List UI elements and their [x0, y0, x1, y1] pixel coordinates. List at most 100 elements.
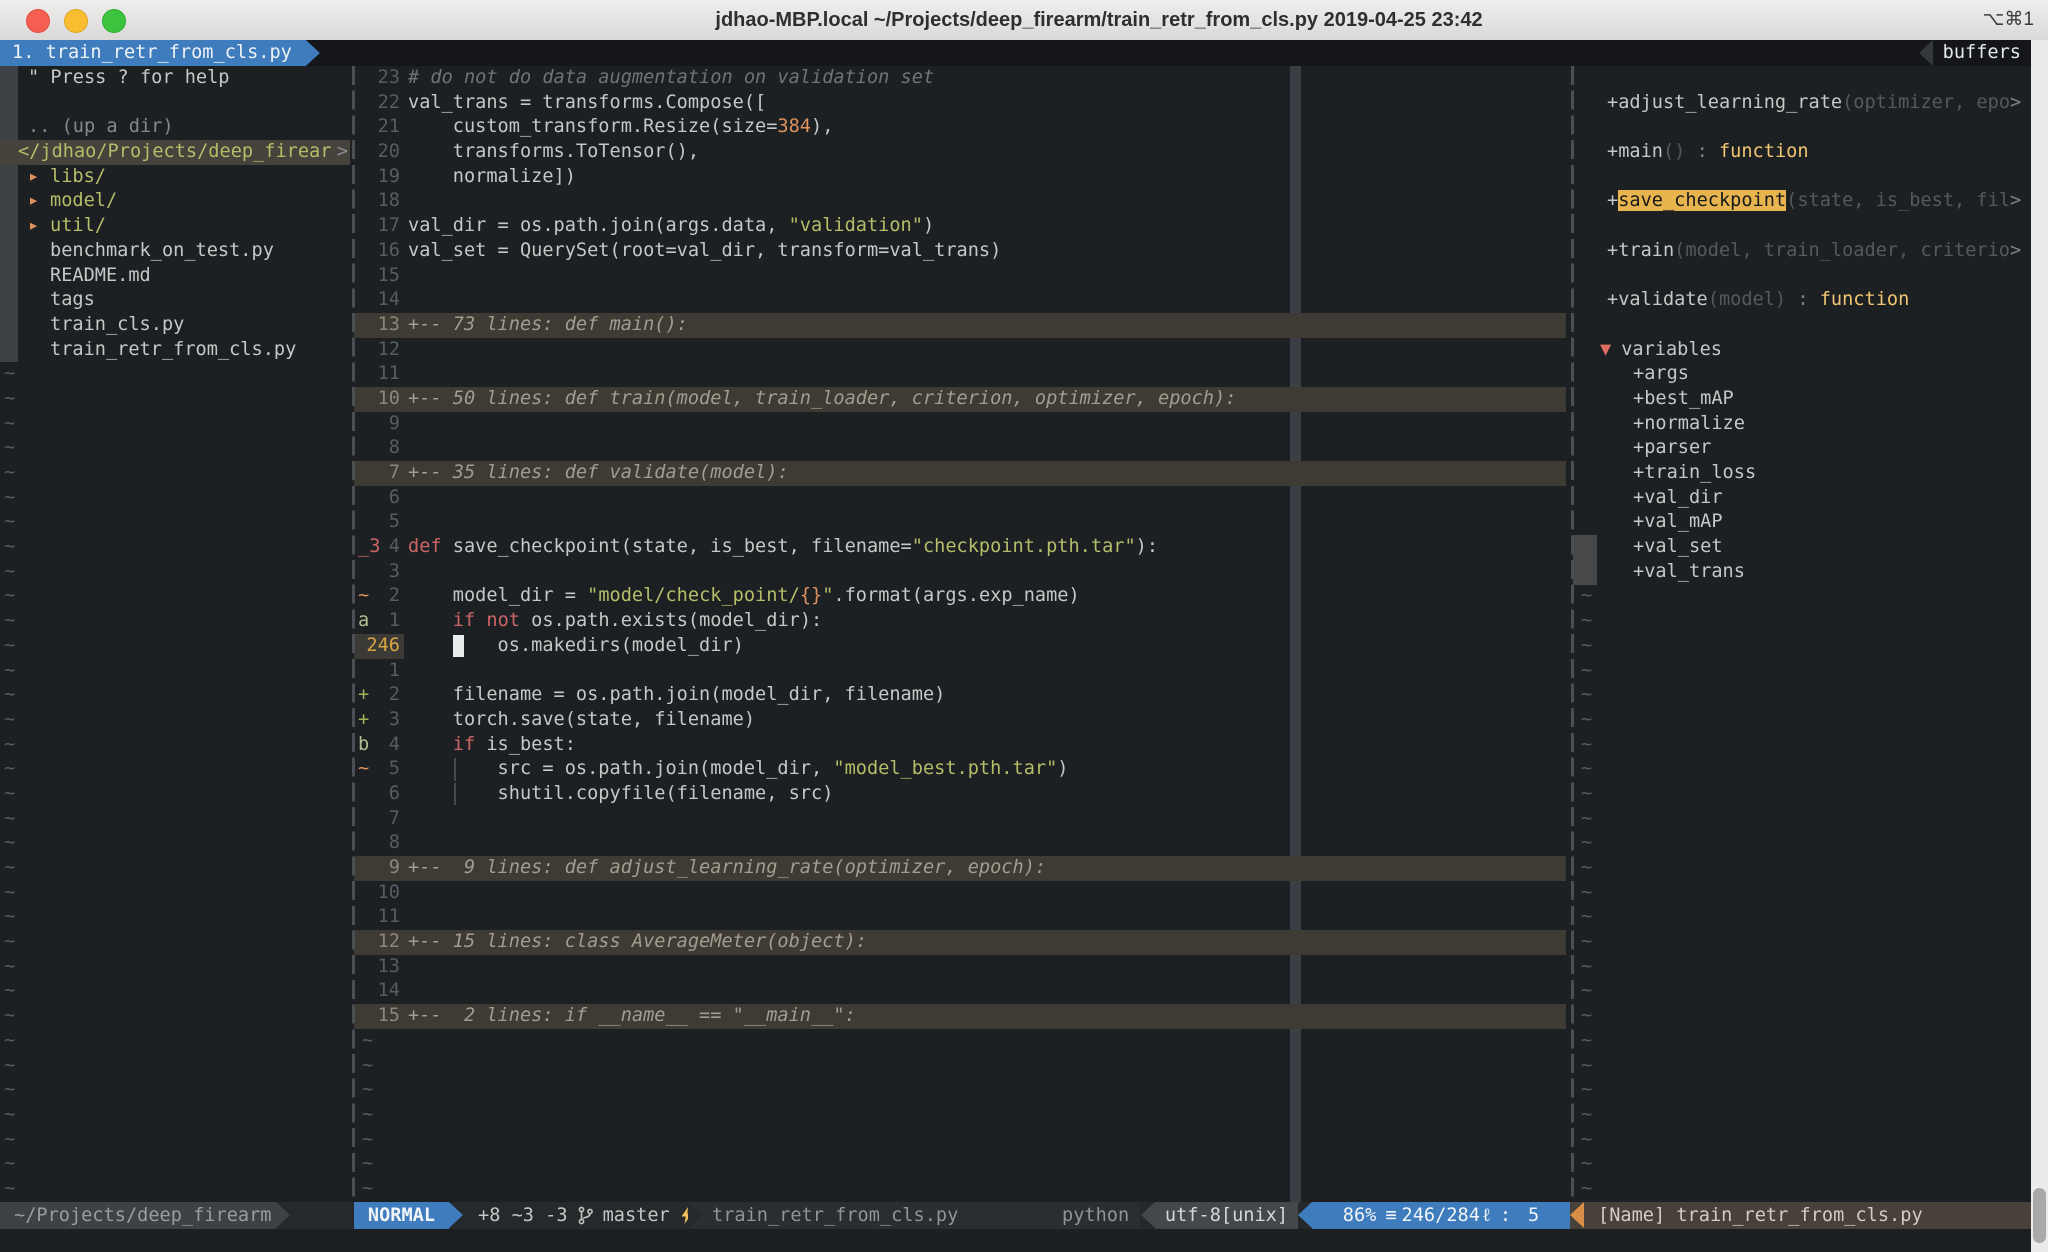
- code-line[interactable]: 1: [354, 659, 1566, 684]
- code-line[interactable]: 8: [354, 831, 1566, 856]
- line-number: 17: [354, 214, 400, 239]
- tagbar-item-save_checkpoint[interactable]: +save_checkpoint(state, is_best, fil>: [1577, 189, 2031, 214]
- code-line[interactable]: 16val_set = QuerySet(root=val_dir, trans…: [354, 239, 1566, 264]
- code-line[interactable]: 23# do not do data augmentation on valid…: [354, 66, 1566, 91]
- filler-tilde: ~: [1577, 782, 2031, 807]
- tree-entry-train_clspy[interactable]: train_cls.py: [0, 313, 350, 338]
- code-line[interactable]: 17val_dir = os.path.join(args.data, "val…: [354, 214, 1566, 239]
- code-line[interactable]: 6: [354, 486, 1566, 511]
- tagbar-item-adjust_learning_rate[interactable]: +adjust_learning_rate(optimizer, epo>: [1577, 91, 2031, 116]
- code-line[interactable]: ~5 src = os.path.join(model_dir, "model_…: [354, 757, 1566, 782]
- tagbar-pane[interactable]: +adjust_learning_rate(optimizer, epo> +ma…: [1577, 66, 2031, 1202]
- code-line[interactable]: 14: [354, 288, 1566, 313]
- fold-line[interactable]: 13+-- 73 lines: def main():: [354, 313, 1566, 338]
- code-line[interactable]: 22val_trans = transforms.Compose([: [354, 91, 1566, 116]
- tagbar-item-val_mAP[interactable]: +val_mAP: [1577, 510, 2031, 535]
- filler-tilde: ~: [0, 1103, 350, 1128]
- code-line[interactable]: b4 if is_best:: [354, 733, 1566, 758]
- tagbar-item-val_trans[interactable]: +val_trans: [1577, 560, 2031, 585]
- code-line[interactable]: 19 normalize]): [354, 165, 1566, 190]
- tree-entry-train_retr_from_clspy[interactable]: train_retr_from_cls.py: [0, 338, 350, 363]
- fold-line[interactable]: 15+-- 2 lines: if __name__ == "__main__"…: [354, 1004, 1566, 1029]
- code-line[interactable]: +2 filename = os.path.join(model_dir, fi…: [354, 683, 1566, 708]
- filler-tilde: ~: [1577, 1152, 2031, 1177]
- code-line[interactable]: ~2 model_dir = "model/check_point/{}".fo…: [354, 584, 1566, 609]
- filler-tilde: ~: [1577, 856, 2031, 881]
- fold-line[interactable]: 12+-- 15 lines: class AverageMeter(objec…: [354, 930, 1566, 955]
- code-line[interactable]: _34def save_checkpoint(state, is_best, f…: [354, 535, 1566, 560]
- code-text: torch.save(state, filename): [408, 708, 755, 733]
- tree-entry-tags[interactable]: tags: [0, 288, 350, 313]
- truncation-icon: >: [337, 140, 348, 165]
- code-line[interactable]: a1 if not os.path.exists(model_dir):: [354, 609, 1566, 634]
- code-line[interactable]: 21 custom_transform.Resize(size=384),: [354, 115, 1566, 140]
- code-line[interactable]: 9: [354, 412, 1566, 437]
- code-line[interactable]: 3: [354, 560, 1566, 585]
- code-line[interactable]: 20 transforms.ToTensor(),: [354, 140, 1566, 165]
- window-separator[interactable]: [352, 66, 355, 1202]
- tagbar-item-best_mAP[interactable]: +best_mAP: [1577, 387, 2031, 412]
- position-indicator: 86% ≡ 246/284 ℓ : 5: [1312, 1202, 1570, 1229]
- code-pane[interactable]: 23# do not do data augmentation on valid…: [354, 66, 1566, 1202]
- code-line[interactable]: 12: [354, 338, 1566, 363]
- fold-line[interactable]: 10+-- 50 lines: def train(model, train_l…: [354, 387, 1566, 412]
- line-number: 12: [354, 930, 400, 955]
- tree-entry-libs[interactable]: ▸libs/: [0, 165, 350, 190]
- code-line[interactable]: 11: [354, 905, 1566, 930]
- nerdtree-pane[interactable]: " Press ? for help.. (up a dir)</jdhao/P…: [0, 66, 350, 1202]
- fold-line[interactable]: 7+-- 35 lines: def validate(model):: [354, 461, 1566, 486]
- dir-label: libs/: [50, 166, 106, 187]
- nerdtree-up-dir[interactable]: .. (up a dir): [0, 115, 350, 140]
- code-line[interactable]: 7: [354, 807, 1566, 832]
- command-line[interactable]: [0, 1229, 2048, 1252]
- filler-tilde: ~: [354, 1029, 1566, 1054]
- powerline-arrow-icon: [449, 1202, 463, 1228]
- code-line[interactable]: 8: [354, 436, 1566, 461]
- filler-tilde: ~: [1577, 634, 2031, 659]
- filler-tilde: ~: [0, 461, 350, 486]
- fold-line[interactable]: 9+-- 9 lines: def adjust_learning_rate(o…: [354, 856, 1566, 881]
- scrollbar-thumb[interactable]: [2033, 1188, 2046, 1243]
- tagbar-item-train_loss[interactable]: +train_loss: [1577, 461, 2031, 486]
- code-line[interactable]: 246 os.makedirs(model_dir): [354, 634, 1566, 659]
- tagbar-section-variables[interactable]: ▼variables: [1577, 338, 2031, 363]
- nerdtree-root[interactable]: </jdhao/Projects/deep_firear>: [0, 140, 350, 165]
- tree-entry-benchmark_on_testpy[interactable]: benchmark_on_test.py: [0, 239, 350, 264]
- code-text: val_set = QuerySet(root=val_dir, transfo…: [408, 239, 1001, 264]
- line-number: 12: [354, 338, 400, 363]
- filler-tilde: ~: [1577, 733, 2031, 758]
- tagbar-item-normalize[interactable]: +normalize: [1577, 412, 2031, 437]
- code-line[interactable]: 15: [354, 264, 1566, 289]
- code-line[interactable]: 6 shutil.copyfile(filename, src): [354, 782, 1566, 807]
- tagbar-item-val_dir[interactable]: +val_dir: [1577, 486, 2031, 511]
- code-line[interactable]: 5: [354, 510, 1566, 535]
- code-line[interactable]: +3 torch.save(state, filename): [354, 708, 1566, 733]
- filetype-label: python: [1062, 1202, 1129, 1229]
- window-separator[interactable]: [1571, 66, 1574, 1202]
- section-label: variables: [1621, 339, 1722, 360]
- filler-tilde: ~: [0, 634, 350, 659]
- tree-entry-READMEmd[interactable]: README.md: [0, 264, 350, 289]
- code-line[interactable]: 14: [354, 979, 1566, 1004]
- tagbar-item-val_set[interactable]: +val_set: [1577, 535, 2031, 560]
- buffer-tab[interactable]: 1. train_retr_from_cls.py: [0, 40, 320, 66]
- blank-line: [1577, 165, 2031, 190]
- code-text: normalize]): [408, 165, 576, 190]
- file-label: train_retr_from_cls.py: [50, 338, 296, 363]
- code-text: if not os.path.exists(model_dir):: [408, 609, 822, 634]
- blank-line: [0, 91, 350, 116]
- code-line[interactable]: 18: [354, 189, 1566, 214]
- tagbar-item-main[interactable]: +main() : function: [1577, 140, 2031, 165]
- code-line[interactable]: 13: [354, 955, 1566, 980]
- tagbar-item-parser[interactable]: +parser: [1577, 436, 2031, 461]
- tree-entry-model[interactable]: ▸model/: [0, 189, 350, 214]
- buffers-toggle[interactable]: buffers: [1919, 40, 2031, 66]
- scrollbar: [2031, 40, 2048, 1252]
- code-line[interactable]: 10: [354, 881, 1566, 906]
- tagbar-item-train[interactable]: +train(model, train_loader, criterio>: [1577, 239, 2031, 264]
- tagbar-item-validate[interactable]: +validate(model) : function: [1577, 288, 2031, 313]
- tagbar-item-args[interactable]: +args: [1577, 362, 2031, 387]
- code-line[interactable]: 11: [354, 362, 1566, 387]
- tree-entry-util[interactable]: ▸util/: [0, 214, 350, 239]
- blank-line: [1577, 313, 2031, 338]
